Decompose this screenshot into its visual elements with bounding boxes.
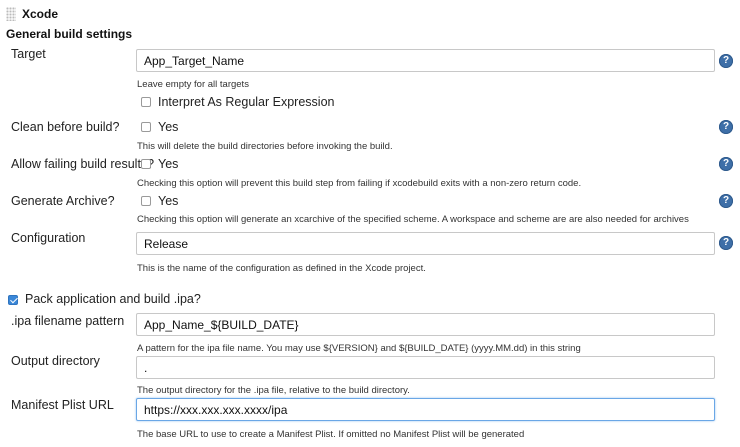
clean-checkbox[interactable] (141, 122, 151, 132)
help-icon[interactable] (719, 157, 733, 171)
output-dir-help: The output directory for the .ipa file, … (137, 385, 410, 396)
allow-failing-checkbox-label: Yes (158, 157, 179, 171)
clean-label: Clean before build? (11, 120, 120, 134)
configuration-input[interactable] (136, 232, 715, 255)
manifest-url-input[interactable] (136, 398, 715, 421)
help-icon[interactable] (719, 120, 733, 134)
target-input[interactable] (136, 49, 715, 72)
help-icon[interactable] (719, 194, 733, 208)
archive-checkbox[interactable] (141, 196, 151, 206)
section-header: Xcode (6, 5, 58, 23)
manifest-url-label: Manifest Plist URL (11, 398, 114, 412)
clean-help: This will delete the build directories b… (137, 141, 393, 152)
drag-handle-icon[interactable] (6, 7, 16, 21)
pack-ipa-checkbox[interactable] (8, 295, 18, 305)
clean-checkbox-label: Yes (158, 120, 179, 134)
section-subtitle: General build settings (6, 27, 133, 41)
target-help: Leave empty for all targets (137, 79, 249, 90)
output-dir-input[interactable] (136, 356, 715, 379)
ipa-pattern-input[interactable] (136, 313, 715, 336)
pack-ipa-label: Pack application and build .ipa? (25, 292, 201, 306)
ipa-pattern-label: .ipa filename pattern (11, 314, 125, 328)
ipa-pattern-help: A pattern for the ipa file name. You may… (137, 343, 581, 354)
target-label: Target (11, 47, 46, 61)
archive-label: Generate Archive? (11, 194, 115, 208)
manifest-url-help: The base URL to use to create a Manifest… (137, 429, 525, 440)
configuration-label: Configuration (11, 231, 86, 245)
section-title: Xcode (22, 7, 59, 21)
archive-help: Checking this option will generate an xc… (137, 214, 689, 225)
configuration-help: This is the name of the configuration as… (137, 263, 426, 274)
help-icon[interactable] (719, 236, 733, 250)
allow-failing-checkbox[interactable] (141, 159, 151, 169)
regex-checkbox[interactable] (141, 97, 151, 107)
regex-checkbox-label: Interpret As Regular Expression (158, 95, 335, 109)
archive-checkbox-label: Yes (158, 194, 179, 208)
output-dir-label: Output directory (11, 354, 100, 368)
allow-failing-help: Checking this option will prevent this b… (137, 178, 582, 189)
help-icon[interactable] (719, 54, 733, 68)
allow-failing-label: Allow failing build results? (11, 157, 155, 171)
